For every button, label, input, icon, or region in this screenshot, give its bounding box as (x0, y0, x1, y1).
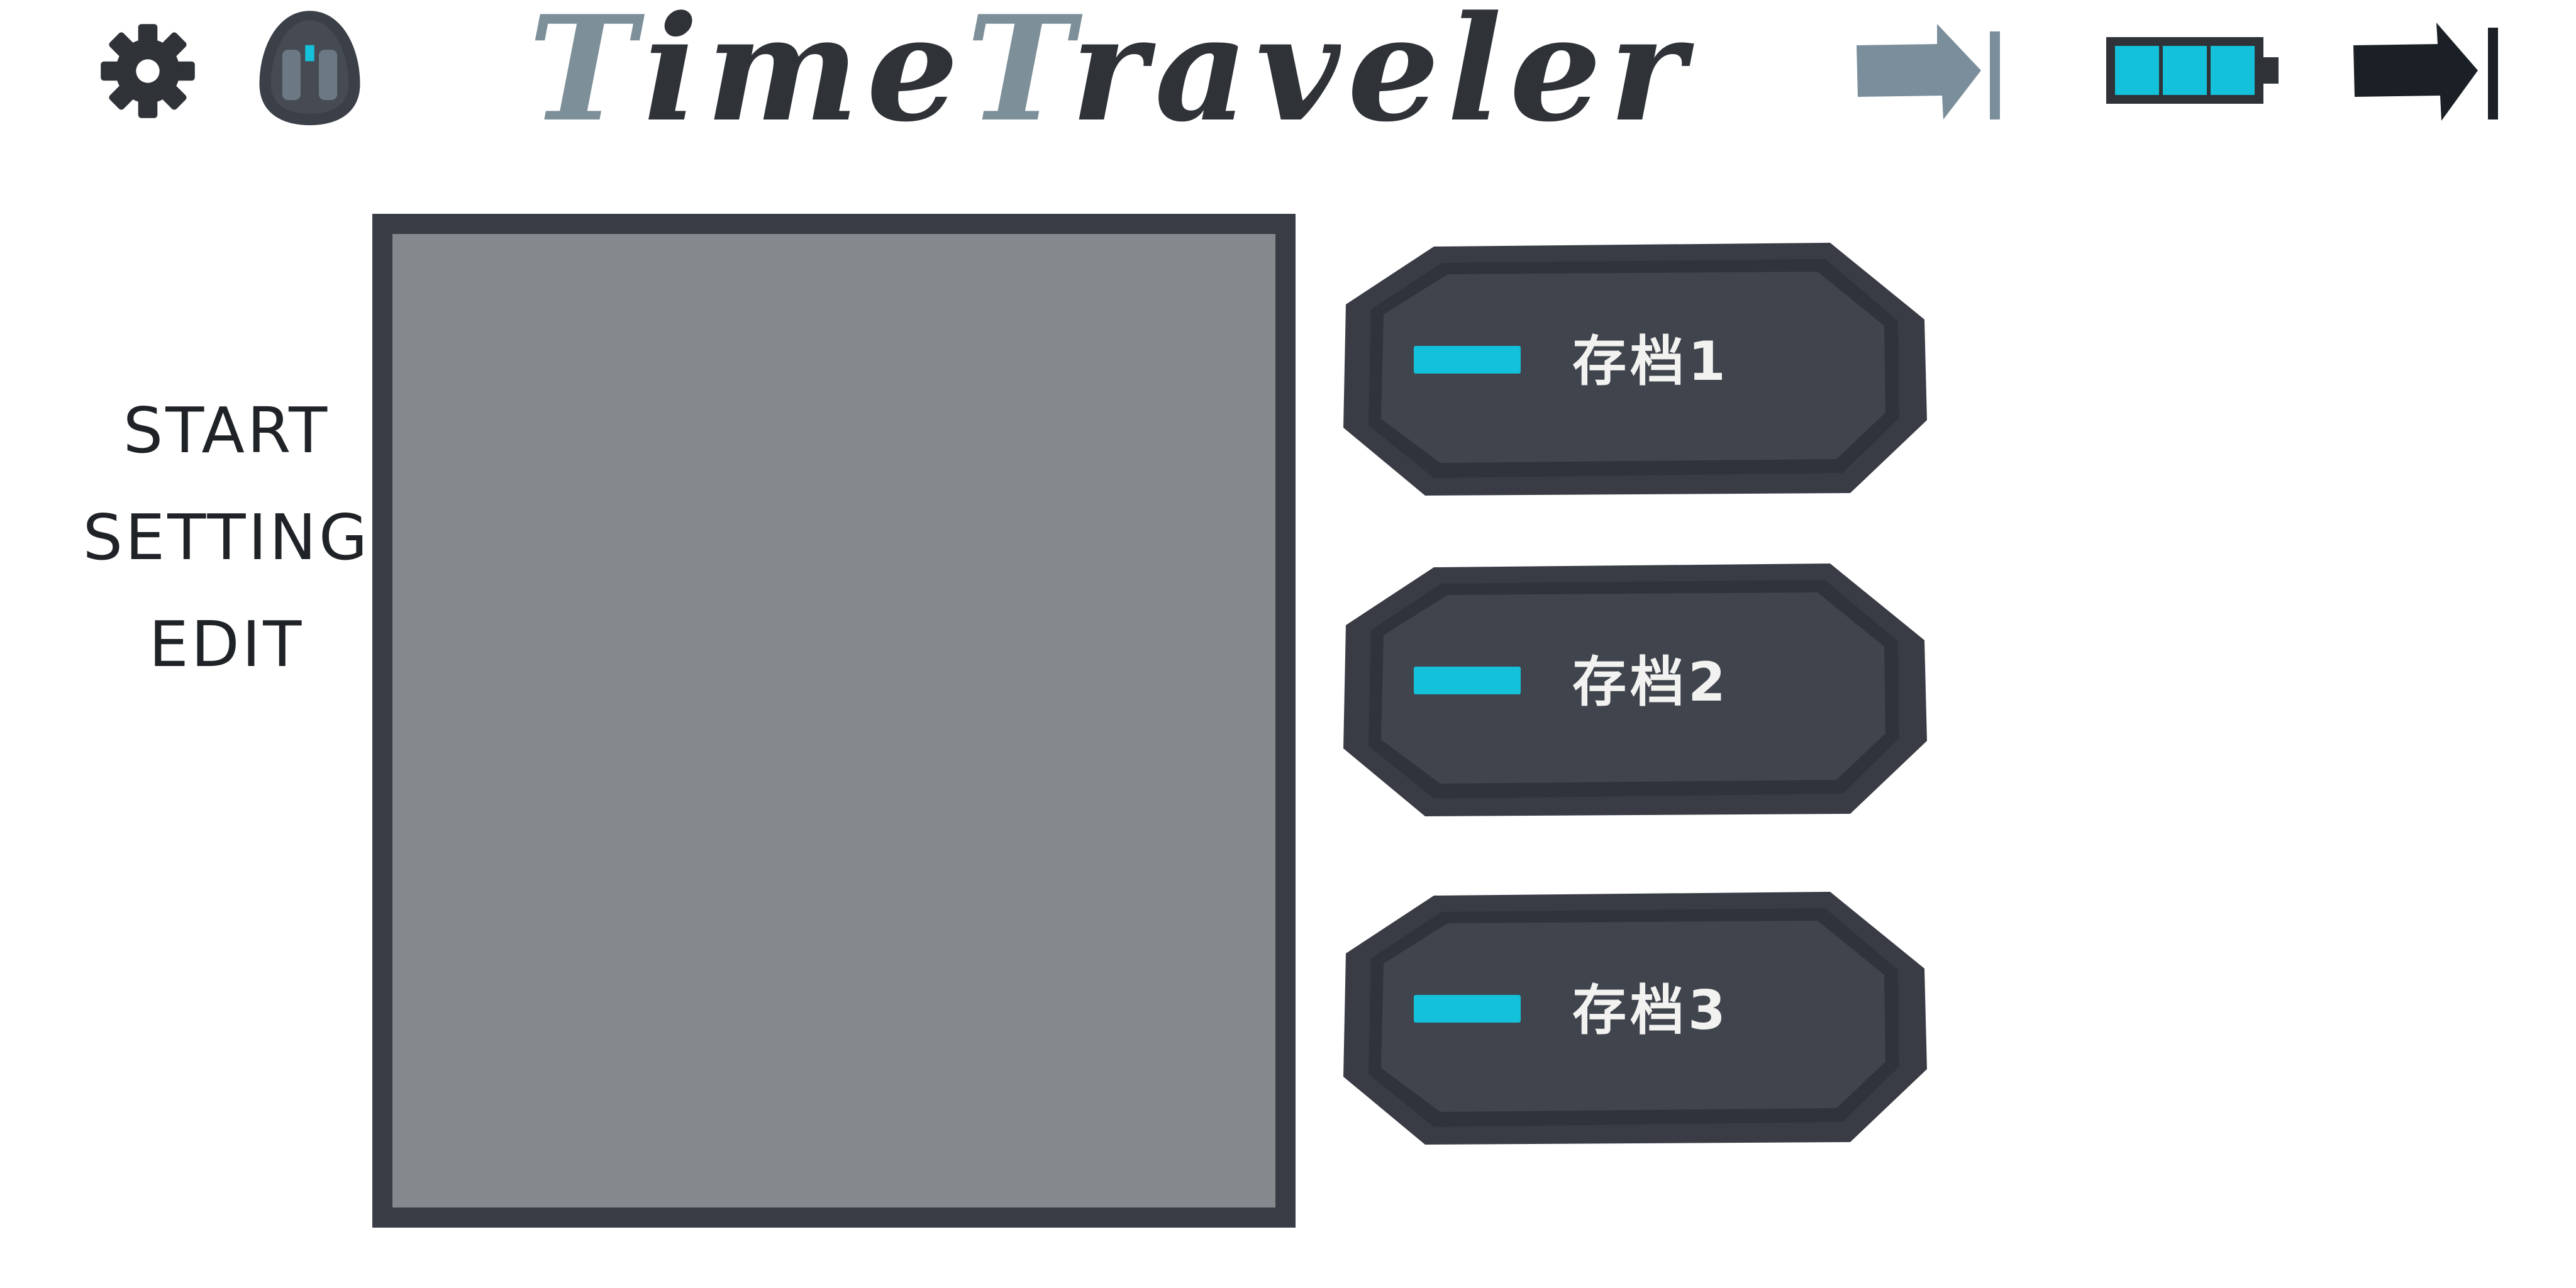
gear-icon[interactable] (94, 18, 201, 125)
save-slot-1[interactable]: 存档1 (1340, 239, 1931, 503)
skip-forward-icon[interactable] (1855, 19, 2006, 126)
game-screen: TimeTraveler START SETTING EDIT 存档1 存档2 … (0, 0, 2576, 1288)
save-slot-2[interactable]: 存档2 (1340, 560, 1931, 824)
main-menu: START SETTING EDIT (82, 377, 371, 698)
save-preview-panel (372, 214, 1296, 1228)
menu-item-start[interactable]: START (82, 377, 371, 484)
slot-indicator-bar (1414, 346, 1521, 374)
battery-icon (2106, 37, 2279, 104)
title-text: ime (643, 0, 967, 154)
slot-indicator-bar (1414, 995, 1521, 1023)
slot-label: 存档2 (1572, 651, 1729, 714)
title-text: raveler (1070, 0, 1693, 154)
slot-label: 存档3 (1572, 979, 1729, 1042)
title-accent-letter: T (528, 0, 644, 154)
slot-indicator-bar (1414, 667, 1521, 694)
menu-item-setting[interactable]: SETTING (82, 484, 371, 591)
menu-item-edit[interactable]: EDIT (82, 591, 371, 698)
save-slot-3[interactable]: 存档3 (1340, 888, 1931, 1152)
helmet-icon[interactable] (252, 6, 368, 132)
title-accent-letter: T (966, 0, 1071, 154)
game-title: TimeTraveler (528, 0, 1693, 145)
skip-to-end-icon[interactable] (2352, 19, 2503, 126)
slot-label: 存档1 (1572, 330, 1729, 393)
